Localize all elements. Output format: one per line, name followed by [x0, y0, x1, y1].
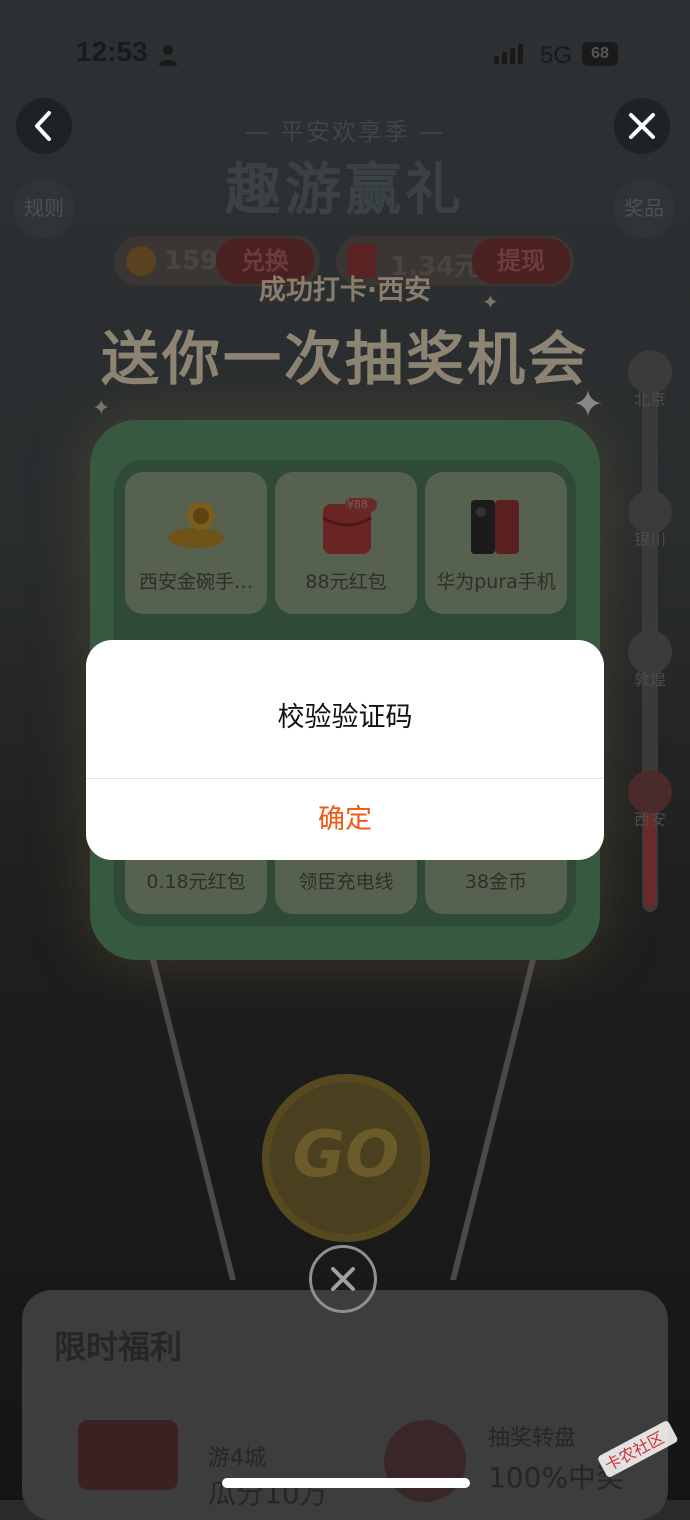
header-subtitle: — 平安欢享季 —: [244, 118, 446, 146]
wheel-icon: [384, 1420, 466, 1502]
prizes-button[interactable]: 奖品: [614, 178, 674, 238]
rules-button[interactable]: 规则: [14, 178, 74, 238]
prize-label: 西安金碗手…: [138, 571, 253, 593]
sparkle-icon: ✦: [92, 396, 111, 421]
person-icon: [159, 45, 177, 66]
city-label: 银川: [633, 530, 666, 549]
checkin-text: 成功打卡·西安: [258, 275, 432, 306]
prize-gold-bowl: 西安金碗手…: [125, 472, 267, 614]
city-label: 敦煌: [633, 670, 666, 689]
sparkle-icon: ✦: [482, 290, 499, 314]
battery-icon: 68: [582, 42, 618, 66]
confirm-button[interactable]: 确定: [86, 780, 604, 860]
city-label: 北京: [633, 390, 666, 409]
phone-icon: [471, 500, 519, 554]
dismiss-button[interactable]: [309, 1245, 377, 1313]
signal-icon: [494, 44, 523, 64]
close-icon: [331, 1267, 355, 1291]
watermark-logo: 卡农社区: [588, 1418, 684, 1482]
go-label: GO: [292, 1118, 400, 1192]
welfare-task-name: 游4城: [208, 1446, 266, 1471]
network-type: 5G: [540, 42, 573, 69]
dialog-divider: [86, 778, 604, 779]
prize-red-envelope-88: ¥88 88元红包: [275, 472, 417, 614]
prize-phone: 华为pura手机: [425, 472, 567, 614]
welfare-task-name: 抽奖转盘: [488, 1426, 577, 1451]
prize-label: 华为pura手机: [436, 571, 556, 593]
gold-bowl-icon: [168, 502, 224, 548]
watermark-icon: 卡农社区: [598, 1421, 678, 1478]
red-envelope-icon: [78, 1420, 178, 1490]
dialog-title: 校验验证码: [277, 702, 413, 733]
city-label: 西安: [633, 810, 666, 829]
sparkle-icon: ✦: [572, 382, 604, 426]
prize-label: 88元红包: [305, 571, 387, 593]
home-indicator[interactable]: [222, 1478, 470, 1488]
prize-badge: ¥88: [347, 498, 368, 511]
prize-label: 领臣充电线: [298, 871, 394, 893]
status-time: 12:53: [76, 36, 148, 67]
header-title: 趣游赢礼: [225, 158, 465, 223]
welfare-title: 限时福利: [54, 1328, 183, 1366]
prize-label: 0.18元红包: [146, 871, 246, 893]
prize-label: 38金币: [464, 871, 528, 893]
